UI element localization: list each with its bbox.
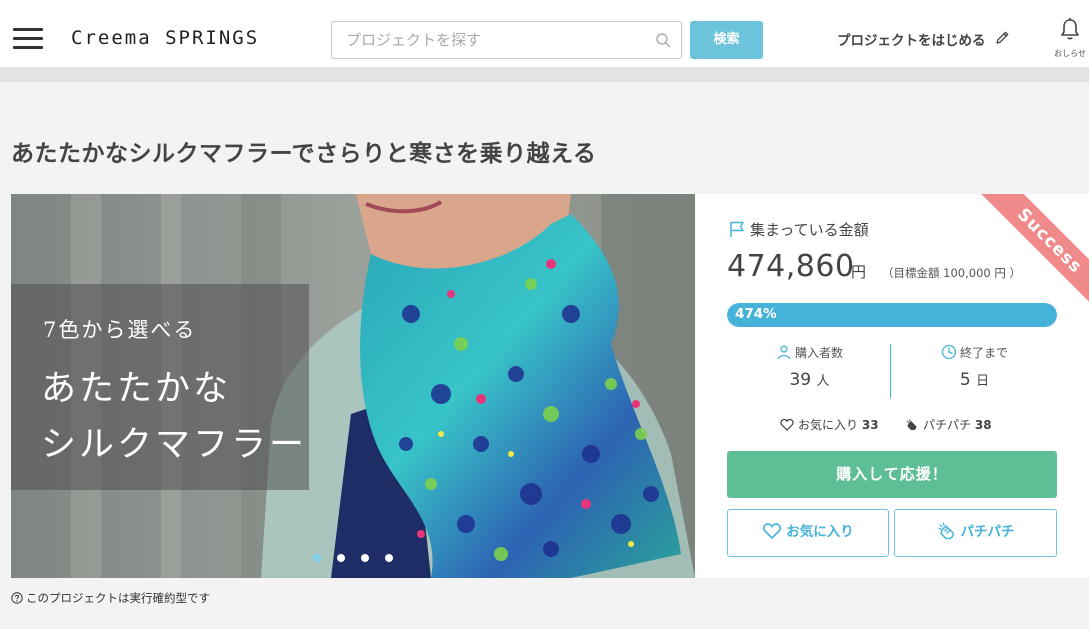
favorites-label: お気に入り xyxy=(798,418,859,432)
remaining-value: 5 xyxy=(959,370,971,390)
buyers-stat: 購入者数 39 人 xyxy=(727,344,892,390)
carousel-dot[interactable] xyxy=(313,554,321,562)
carousel-dot[interactable] xyxy=(361,554,369,562)
flag-icon xyxy=(730,221,744,237)
progress-percent: 474% xyxy=(735,306,777,322)
success-badge: Success xyxy=(973,194,1089,318)
carousel-dot[interactable] xyxy=(337,554,345,562)
clap-icon xyxy=(937,522,954,540)
hero-image[interactable]: 7色から選べる あたたかな シルクマフラー xyxy=(11,194,695,578)
goal-amount: （目標金額 100,000 円 ） xyxy=(882,266,1022,280)
search-button[interactable]: 検索 xyxy=(690,21,763,59)
raised-amount: 474,860 xyxy=(727,249,855,284)
clock-icon xyxy=(941,344,957,360)
remaining-stat: 終了まで 5 日 xyxy=(892,344,1057,390)
carousel-dot[interactable] xyxy=(385,554,393,562)
help-icon xyxy=(11,592,23,604)
pachi-count-stat: パチパチ 38 xyxy=(905,416,992,433)
notifications-label[interactable]: おしらせ xyxy=(1052,48,1088,59)
heart-icon xyxy=(763,523,782,540)
buyers-value: 39 xyxy=(789,370,812,390)
buyers-unit: 人 xyxy=(816,374,830,389)
pencil-icon[interactable] xyxy=(994,30,1010,46)
start-project-link[interactable]: プロジェクトをはじめる xyxy=(837,29,986,49)
favorite-button-label: お気に入り xyxy=(786,524,854,540)
person-icon xyxy=(777,345,791,360)
pachi-label: パチパチ xyxy=(923,418,972,432)
remaining-unit: 日 xyxy=(976,374,990,389)
clap-icon xyxy=(906,419,917,430)
favorite-button[interactable]: お気に入り xyxy=(727,509,889,557)
currency-label: 円 xyxy=(851,263,867,281)
project-type-note-text: このプロジェクトは実行確約型です xyxy=(26,591,210,605)
hero-title-line2: シルクマフラー xyxy=(41,425,308,465)
hero-subtitle: 7色から選べる xyxy=(43,318,197,342)
pachi-button[interactable]: パチパチ xyxy=(894,509,1057,557)
site-logo[interactable]: Creema SPRINGS xyxy=(71,27,259,49)
funding-panel: Success 集まっている金額 474,860 円 （目標金額 100,000… xyxy=(695,194,1089,578)
buyers-label: 購入者数 xyxy=(794,346,843,360)
header-divider xyxy=(0,67,1089,82)
hero-title-line1: あたたかな xyxy=(41,369,232,409)
bell-icon[interactable] xyxy=(1059,17,1081,41)
raised-label: 集まっている金額 xyxy=(750,221,869,239)
search-icon[interactable] xyxy=(655,32,671,48)
menu-icon[interactable] xyxy=(13,28,43,50)
search-input[interactable] xyxy=(332,22,652,58)
remaining-label: 終了まで xyxy=(959,346,1008,360)
favorites-count-stat: お気に入り 33 xyxy=(780,416,879,433)
stat-divider xyxy=(890,344,891,398)
pachi-button-label: パチパチ xyxy=(960,524,1015,540)
buy-button[interactable]: 購入して応援！ xyxy=(727,451,1057,498)
heart-icon xyxy=(780,418,794,431)
search-box xyxy=(331,21,682,59)
project-type-note[interactable]: このプロジェクトは実行確約型です xyxy=(11,590,210,606)
page-title: あたたかなシルクマフラーでさらりと寒さを乗り越える xyxy=(11,141,597,167)
progress-bar: 474% xyxy=(727,303,1057,327)
pachi-count: 38 xyxy=(974,418,992,432)
favorites-count: 33 xyxy=(861,418,879,432)
site-header: Creema SPRINGS 検索 プロジェクトをはじめる おしらせ xyxy=(0,0,1089,67)
